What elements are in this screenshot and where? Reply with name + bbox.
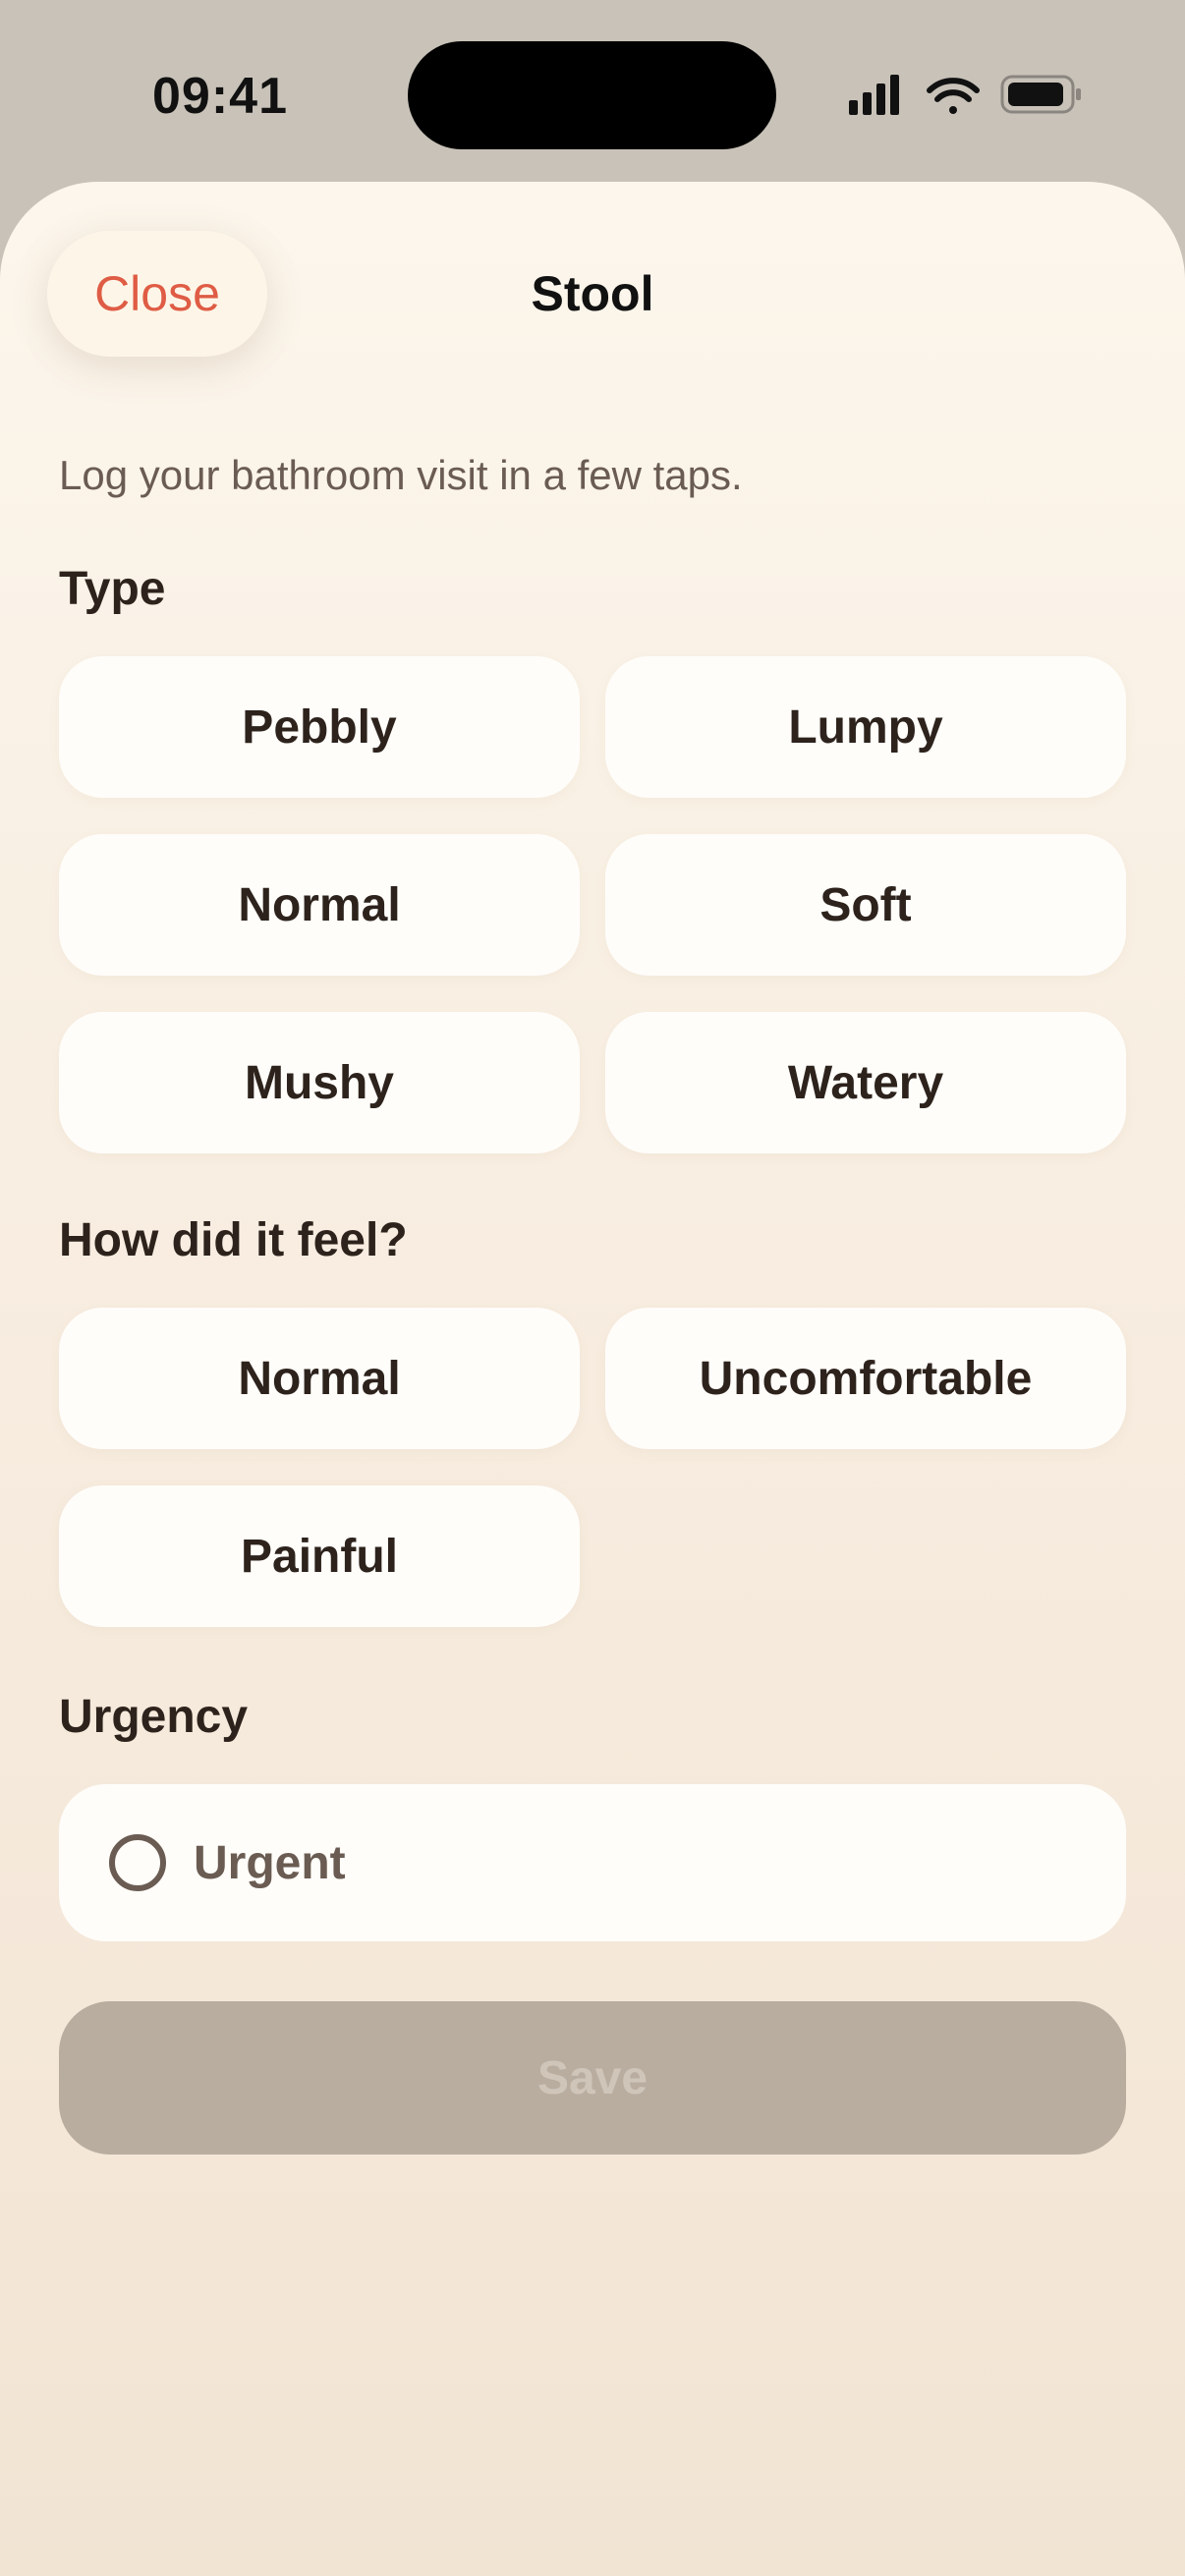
- feel-section-label: How did it feel?: [59, 1214, 408, 1266]
- urgent-label: Urgent: [194, 1836, 346, 1889]
- radio-unchecked-icon[interactable]: [109, 1834, 166, 1891]
- status-time: 09:41: [152, 68, 288, 125]
- wifi-icon: [927, 78, 980, 114]
- sheet-title: Stool: [531, 266, 654, 321]
- status-bar: 09:41: [0, 0, 1185, 182]
- feel-option-painful[interactable]: Painful: [59, 1485, 580, 1627]
- type-section-label: Type: [59, 563, 166, 615]
- type-options-grid: Pebbly Lumpy Normal Soft Mushy Watery: [59, 656, 1126, 1153]
- feel-options-grid: Normal Uncomfortable Painful: [59, 1308, 1126, 1627]
- urgency-section-label: Urgency: [59, 1691, 249, 1743]
- type-option-pebbly[interactable]: Pebbly: [59, 656, 580, 798]
- save-button[interactable]: Save: [59, 2001, 1126, 2155]
- type-option-normal[interactable]: Normal: [59, 834, 580, 976]
- feel-option-uncomfortable[interactable]: Uncomfortable: [605, 1308, 1126, 1449]
- sheet-subtitle: Log your bathroom visit in a few taps.: [59, 452, 743, 498]
- dynamic-island: [408, 41, 776, 149]
- cellular-signal-icon: [849, 75, 899, 115]
- stool-log-sheet: Close Stool Log your bathroom visit in a…: [0, 182, 1185, 2576]
- battery-icon: [1000, 75, 1081, 114]
- type-option-soft[interactable]: Soft: [605, 834, 1126, 976]
- status-icons: [849, 75, 1081, 115]
- feel-option-normal[interactable]: Normal: [59, 1308, 580, 1449]
- type-option-lumpy[interactable]: Lumpy: [605, 656, 1126, 798]
- urgent-toggle-row[interactable]: Urgent: [59, 1784, 1126, 1941]
- type-option-watery[interactable]: Watery: [605, 1012, 1126, 1153]
- type-option-mushy[interactable]: Mushy: [59, 1012, 580, 1153]
